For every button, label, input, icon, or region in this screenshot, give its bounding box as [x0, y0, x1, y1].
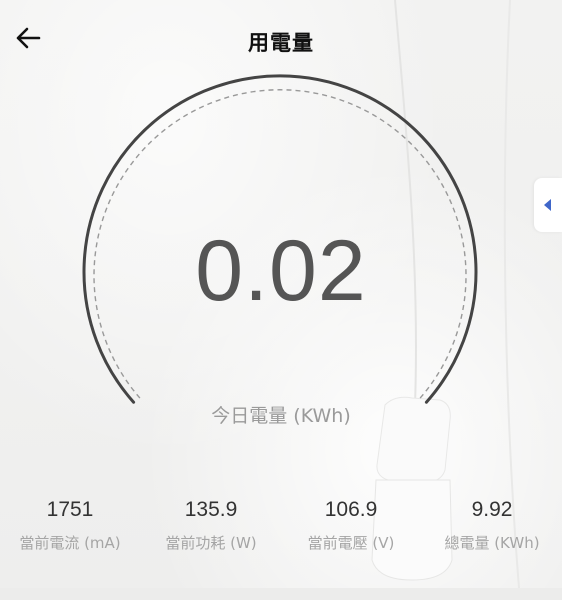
stat-voltage: 106.9 當前電壓 (V) [281, 496, 421, 553]
bottom-strip [0, 588, 562, 600]
stats-row: 1751 當前電流 (mA) 135.9 當前功耗 (W) 106.9 當前電壓… [0, 496, 562, 566]
today-energy-caption: 今日電量 (KWh) [211, 405, 351, 427]
stat-current-value: 1751 [46, 498, 94, 521]
stat-power: 135.9 當前功耗 (W) [141, 496, 281, 553]
stat-power-value: 135.9 [184, 498, 238, 521]
stat-voltage-value: 106.9 [324, 498, 378, 521]
today-energy-value: 0.02 [195, 223, 367, 319]
stat-current: 1751 當前電流 (mA) [0, 496, 140, 553]
stat-voltage-label: 當前電壓 (V) [307, 534, 395, 552]
stat-power-label: 當前功耗 (W) [165, 534, 257, 552]
side-drawer-toggle[interactable] [534, 178, 562, 232]
stat-total-energy: 9.92 總電量 (KWh) [422, 496, 562, 553]
caret-left-icon [544, 199, 551, 211]
stat-total-energy-value: 9.92 [471, 498, 513, 521]
stat-total-energy-label: 總電量 (KWh) [444, 534, 540, 552]
stat-current-label: 當前電流 (mA) [19, 534, 121, 552]
